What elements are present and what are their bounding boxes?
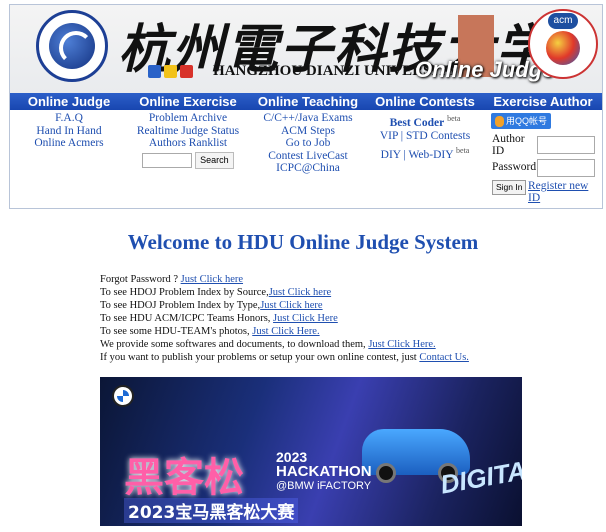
password-label: Password (492, 161, 537, 173)
search-input[interactable] (142, 152, 193, 168)
banner-factory: @BMW iFACTORY (276, 480, 372, 492)
contact-us-link[interactable]: Contact Us. (419, 352, 469, 363)
author-id-input[interactable] (537, 136, 595, 154)
search-button[interactable]: Search (195, 151, 234, 169)
faq-link[interactable]: F.A.Q (14, 112, 124, 125)
hackathon-banner[interactable]: DIGITAL 黑客松 2023 HACKATHON @BMW iFACTORY… (100, 377, 522, 526)
online-acmers-link[interactable]: Online Acmers (14, 137, 124, 150)
sign-in-button[interactable]: Sign In (492, 180, 527, 195)
forgot-password-link[interactable]: Just Click here (181, 274, 243, 285)
vip-std-contests-link[interactable]: VIP | STD Contests (366, 130, 484, 144)
top-frame: 杭州電子科技大学 HANGZHOU DIANZI UNIVERSITY Onli… (9, 4, 603, 209)
exercise-links: Problem Archive Realtime Judge Status Au… (128, 112, 248, 169)
register-link[interactable]: Register new ID (528, 180, 602, 204)
search-box: Search (128, 151, 248, 169)
info-line: To see HDOJ Problem Index by Source,Just… (100, 287, 332, 298)
info-line: To see some HDU-TEAM's photos, Just Clic… (100, 326, 320, 337)
info-line: Forgot Password ? Just Click here (100, 274, 244, 285)
nav-online-contests: Online Contests (375, 94, 475, 109)
beta-label-2: beta (456, 145, 470, 155)
acm-badge: acm (548, 13, 578, 29)
team-photos-link[interactable]: Just Click Here. (252, 326, 319, 337)
judge-links: F.A.Q Hand In Hand Online Acmers (14, 112, 124, 150)
teams-honors-link[interactable]: Just Click Here (273, 313, 338, 324)
banner-cn-title: 黑客松 (124, 455, 244, 501)
problem-archive-link[interactable]: Problem Archive (128, 112, 248, 125)
welcome-heading: Welcome to HDU Online Judge System (127, 230, 479, 254)
nav-online-judge: Online Judge (27, 94, 111, 109)
go-to-job-link[interactable]: Go to Job (248, 137, 368, 150)
diy-contests-link[interactable]: DIY | Web-DIY (381, 149, 454, 161)
nav-bar: Online Judge Online Exercise Online Teac… (10, 93, 602, 110)
teaching-links: C/C++/Java Exams ACM Steps Go to Job Con… (248, 112, 368, 175)
acm-steps-link[interactable]: ACM Steps (248, 125, 368, 138)
index-by-source-link[interactable]: Just Click here (269, 287, 331, 298)
contest-livecast-link[interactable]: Contest LiveCast (248, 150, 368, 163)
nav-online-exercise: Online Exercise (139, 94, 237, 109)
banner-hackathon: HACKATHON (276, 463, 372, 480)
nav-exercise-author: Exercise Author (493, 94, 593, 109)
nav-online-teaching: Online Teaching (257, 94, 359, 109)
bmw-logo-icon (112, 385, 134, 407)
banner-bottom-text: 2023宝马黑客松大赛 (124, 498, 299, 523)
contest-links: Best Coder beta VIP | STD Contests DIY |… (366, 112, 484, 162)
authors-ranklist-link[interactable]: Authors Ranklist (128, 137, 248, 150)
info-line: If you want to publish your problems or … (100, 352, 469, 363)
info-line: To see HDOJ Problem Index by Type,Just C… (100, 300, 323, 311)
beta-label: beta (447, 114, 461, 123)
downloads-link[interactable]: Just Click Here. (368, 339, 435, 350)
qq-login-button[interactable]: 用QQ帐号登录 (491, 113, 551, 142)
realtime-status-link[interactable]: Realtime Judge Status (128, 125, 248, 138)
exams-link[interactable]: C/C++/Java Exams (248, 112, 368, 125)
info-line: To see HDU ACM/ICPC Teams Honors, Just C… (100, 313, 338, 324)
car-wheel-icon (376, 463, 396, 483)
acm-icpc-logo-icon: acm (528, 9, 598, 79)
author-id-label: Author ID (492, 133, 525, 157)
hdu-logo-icon (36, 10, 108, 82)
info-line: We provide some softwares and documents,… (100, 339, 436, 350)
hand-in-hand-link[interactable]: Hand In Hand (14, 125, 124, 138)
icpc-china-link[interactable]: ICPC@China (248, 162, 368, 175)
info-lines: Forgot Password ? Just Click here To see… (100, 273, 469, 364)
qq-penguin-icon (494, 116, 504, 128)
best-coder-link[interactable]: Best Coder (390, 117, 445, 129)
site-header: 杭州電子科技大学 HANGZHOU DIANZI UNIVERSITY Onli… (10, 5, 602, 93)
header-color-icons (148, 65, 196, 83)
index-by-type-link[interactable]: Just Click here (260, 300, 322, 311)
password-input[interactable] (537, 159, 595, 177)
